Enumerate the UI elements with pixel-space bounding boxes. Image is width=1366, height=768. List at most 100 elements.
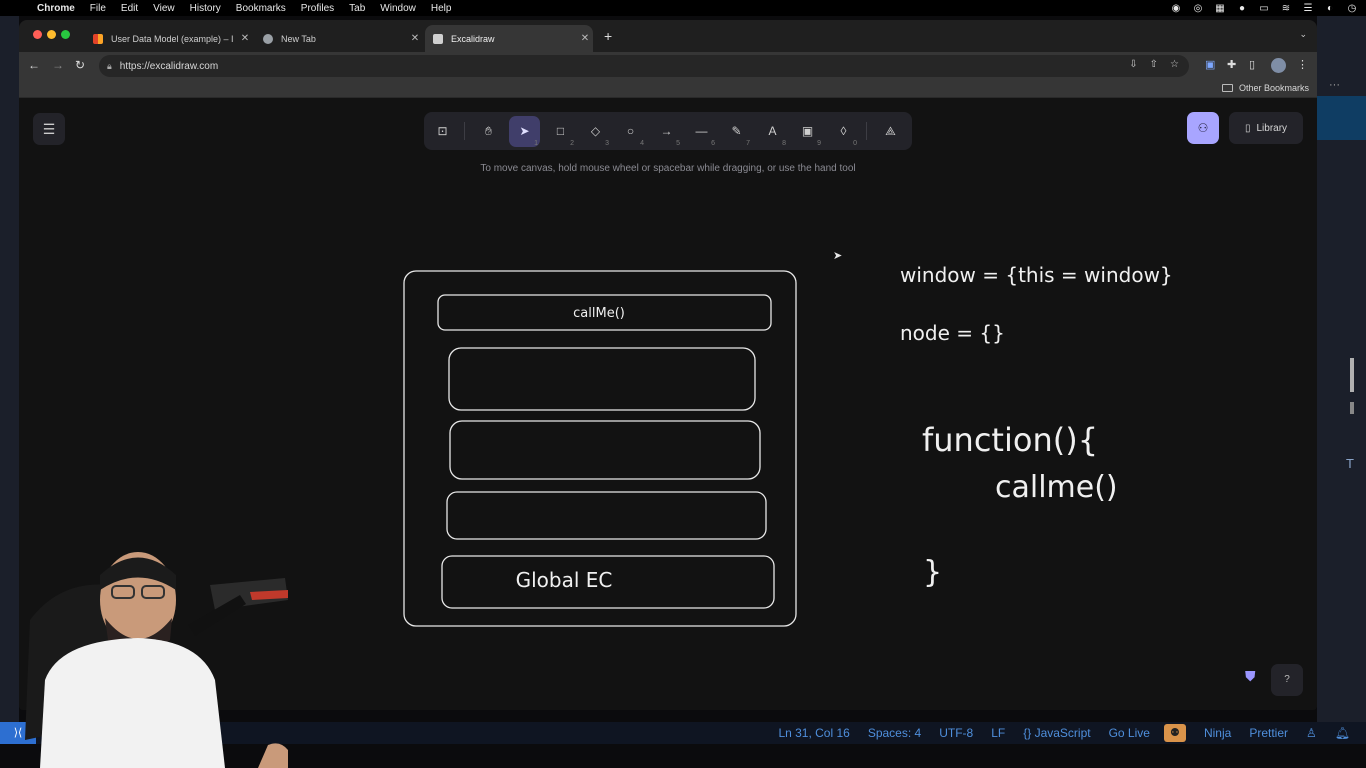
menu-bookmarks[interactable]: Bookmarks [236, 3, 286, 14]
help-button[interactable]: ? [1271, 664, 1303, 696]
editor-highlight [1317, 96, 1366, 140]
global-ec-label: Global EC [516, 568, 613, 592]
other-bookmarks-label: Other Bookmarks [1238, 83, 1309, 93]
editor-scrollbar-thumb[interactable] [1350, 402, 1354, 414]
reload-icon[interactable]: ↻ [75, 58, 85, 72]
stack-frame-empty-3[interactable] [446, 491, 767, 540]
image-icon: ▣ [801, 124, 814, 138]
close-window-button[interactable] [33, 30, 42, 39]
close-tab-icon[interactable]: ✕ [407, 33, 423, 44]
main-menu-button[interactable]: ☰ [33, 113, 65, 145]
extension-icon[interactable]: ▣ [1205, 58, 1215, 71]
encoding[interactable]: UTF-8 [939, 726, 973, 740]
close-tab-icon[interactable]: ✕ [237, 33, 253, 44]
menu-app-name[interactable]: Chrome [37, 3, 75, 14]
minimize-window-button[interactable] [47, 30, 56, 39]
editor-scrollbar[interactable] [1350, 358, 1354, 392]
chrome-menu-icon[interactable]: ⋮ [1297, 58, 1308, 71]
tab-title: Excalidraw [451, 33, 495, 44]
side-panel-icon[interactable]: ▯ [1249, 58, 1255, 71]
go-live-button[interactable]: Go Live [1109, 726, 1150, 740]
shortcut-key: 4 [640, 140, 644, 147]
ninja-status[interactable]: Ninja [1204, 726, 1231, 740]
image-tool[interactable]: ▣ 9 [792, 116, 823, 147]
arrow-tool[interactable]: → 5 [651, 116, 682, 147]
address-url[interactable]: https://excalidraw.com [120, 61, 218, 72]
presenter-webcam-overlay [25, 552, 288, 768]
stack-frame-empty-1[interactable] [448, 347, 756, 411]
bookmark-star-icon[interactable]: ☆ [1170, 59, 1179, 70]
copilot-icon[interactable]: ⚉ [1163, 724, 1186, 742]
more-tools[interactable]: ⟁ [875, 116, 906, 147]
library-button[interactable]: ▯ Library [1229, 112, 1303, 144]
line-ending[interactable]: LF [991, 726, 1005, 740]
hand-tool[interactable]: ✋︎ [473, 116, 504, 147]
code-function-open: function(){ [922, 421, 1098, 459]
cursor-position[interactable]: Ln 31, Col 16 [778, 726, 849, 740]
canvas-hint: To move canvas, hold mouse wheel or spac… [480, 163, 856, 174]
pointer-icon: ➤ [519, 124, 530, 138]
notifications-bell-icon[interactable]: 🔔︎ [1335, 726, 1350, 740]
live-collaboration-button[interactable]: ⚇ [1187, 112, 1219, 144]
rectangle-tool[interactable]: □ 2 [545, 116, 576, 147]
toolbar-divider [866, 122, 867, 140]
draw-tool[interactable]: ✎ 7 [721, 116, 752, 147]
install-app-icon[interactable]: ⇩ [1129, 59, 1137, 70]
maximize-window-button[interactable] [61, 30, 70, 39]
selection-tool[interactable]: ➤ 1 [509, 116, 540, 147]
menu-profiles[interactable]: Profiles [301, 3, 334, 14]
more-actions-icon[interactable]: ··· [1329, 79, 1340, 91]
menu-edit[interactable]: Edit [121, 3, 138, 14]
menu-window[interactable]: Window [380, 3, 416, 14]
status-app-icon[interactable]: ◉ [1170, 3, 1182, 14]
shield-check-icon[interactable]: ⛊ [1245, 668, 1256, 685]
status-cloud-icon[interactable]: ◎ [1192, 3, 1204, 14]
accounts-icon[interactable]: ♙ [1306, 726, 1317, 740]
menu-file[interactable]: File [90, 3, 106, 14]
address-bar-actions: ⇩ ⇧ ☆ [1129, 59, 1179, 70]
wifi-icon[interactable]: ≋ [1280, 3, 1292, 14]
status-grid-icon[interactable]: ▦ [1214, 3, 1226, 14]
menu-help[interactable]: Help [431, 3, 452, 14]
tab-new-tab[interactable]: New Tab ✕ [255, 25, 423, 52]
stack-frame-empty-2[interactable] [449, 420, 761, 480]
clock-icon[interactable]: ◷ [1346, 3, 1358, 14]
forward-icon[interactable]: → [52, 58, 64, 72]
menu-tab[interactable]: Tab [349, 3, 365, 14]
puzzle-icon[interactable]: ✚ [1227, 58, 1236, 71]
hand-icon: ✋︎ [485, 124, 492, 138]
shortcut-key: 0 [853, 140, 857, 147]
text-icon: A [768, 124, 777, 138]
users-icon: ⚇ [1197, 121, 1209, 135]
prettier-status[interactable]: Prettier [1249, 726, 1288, 740]
share-icon[interactable]: ⇧ [1150, 59, 1158, 70]
tab-user-data-model[interactable]: User Data Model (example) – I ✕ [85, 25, 253, 52]
callme-label: callMe() [573, 306, 625, 321]
status-screen-icon[interactable]: ▭ [1258, 3, 1270, 14]
profile-avatar[interactable] [1271, 58, 1286, 73]
menu-history[interactable]: History [190, 3, 221, 14]
other-bookmarks[interactable]: Other Bookmarks [1221, 83, 1309, 93]
indentation[interactable]: Spaces: 4 [868, 726, 921, 740]
language-mode[interactable]: {} JavaScript [1023, 726, 1090, 740]
diamond-tool[interactable]: ◇ 3 [580, 116, 611, 147]
tab-search-chevron-icon[interactable]: ⌄ [1299, 29, 1307, 40]
lock-icon[interactable]: 🔒︎ [107, 61, 112, 72]
siri-icon[interactable]: ◐ [1324, 3, 1336, 14]
code-node-line: node = {} [900, 321, 1005, 345]
bookmarks-bar: Other Bookmarks [19, 80, 1317, 98]
code-window-line: window = {this = window} [900, 263, 1173, 287]
menu-view[interactable]: View [153, 3, 175, 14]
close-tab-icon[interactable]: ✕ [577, 33, 593, 44]
text-tool[interactable]: A8 [757, 116, 788, 147]
control-center-icon[interactable]: ☰ [1302, 3, 1314, 14]
lock-tool[interactable]: ⊡ [427, 116, 458, 147]
status-record-icon[interactable]: ● [1236, 3, 1248, 14]
eraser-tool[interactable]: ◊ 0 [828, 116, 859, 147]
line-tool[interactable]: —6 [686, 116, 717, 147]
back-icon[interactable]: ← [28, 58, 40, 72]
tab-excalidraw[interactable]: Excalidraw ✕ [425, 25, 593, 52]
ellipse-tool[interactable]: ○ 4 [615, 116, 646, 147]
address-bar[interactable]: 🔒︎ https://excalidraw.com ⇩ ⇧ ☆ [99, 55, 1189, 77]
new-tab-icon[interactable]: + [604, 28, 612, 44]
